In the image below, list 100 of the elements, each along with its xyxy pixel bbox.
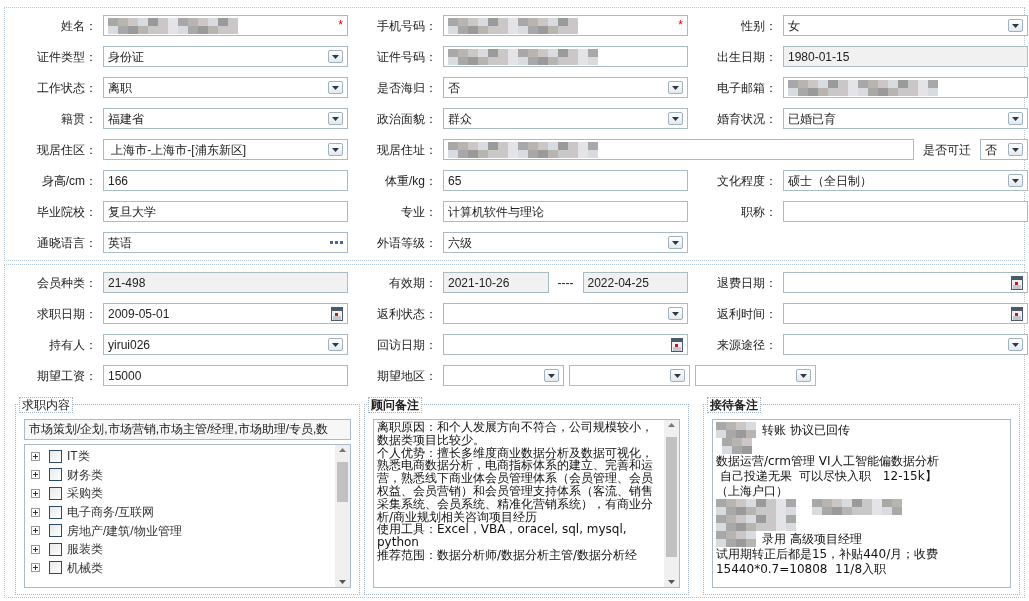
blurred-text-drawing [721, 438, 752, 454]
text-field[interactable] [443, 46, 688, 67]
checkbox[interactable] [49, 487, 62, 500]
calendar-icon[interactable] [1011, 306, 1023, 321]
checkbox[interactable] [49, 561, 62, 575]
checkbox[interactable] [49, 505, 62, 519]
text-field[interactable]: * [443, 15, 688, 36]
select-field[interactable]: 六级 [443, 232, 688, 253]
field-label: 来源途径： [716, 336, 778, 354]
date-field[interactable] [443, 334, 688, 355]
field-label: 回访日期： [376, 336, 438, 354]
select-field[interactable]: 身份证 [103, 46, 348, 67]
expand-icon[interactable] [31, 451, 40, 461]
calendar-icon[interactable] [1011, 275, 1023, 290]
expand-icon[interactable] [31, 526, 40, 536]
field-value: 身份证 [108, 48, 145, 66]
field-label: 期望地区： [376, 367, 438, 385]
field-value: 2009-05-01 [108, 305, 171, 323]
field-value: 离职 [108, 79, 133, 97]
field-label: 出生日期： [716, 48, 778, 66]
scrollbar-thumb[interactable] [665, 437, 677, 557]
select-field[interactable] [569, 365, 690, 386]
note-line: 转账 协议已回传 [761, 422, 850, 438]
select-field[interactable]: 离职 [103, 77, 348, 98]
scroll-up-icon[interactable] [338, 448, 346, 452]
scroll-down-icon[interactable] [667, 580, 675, 584]
scroll-up-icon[interactable] [667, 423, 675, 427]
select-field[interactable] [783, 334, 1028, 355]
field-value: 英语 [108, 234, 133, 252]
date-field[interactable] [783, 303, 1028, 324]
field-value: 已婚已育 [788, 110, 837, 128]
text-field[interactable]: 65 [443, 170, 688, 191]
text-field[interactable] [783, 77, 1028, 98]
note-paragraph: 使用工具：Excel，VBA，oracel, sql, mysql, python [376, 523, 627, 549]
blurred-text-drawing [715, 422, 756, 438]
calendar-icon[interactable] [331, 306, 343, 321]
tree-item[interactable]: 电子商务/互联网 [67, 503, 155, 522]
select-field[interactable]: yirui026 [103, 334, 348, 355]
text-field[interactable] [783, 201, 1028, 222]
date-field[interactable]: 2009-05-01 [103, 303, 348, 324]
field-value: 65 [448, 172, 463, 190]
field-value: 硕士（全日制） [788, 172, 873, 190]
expand-icon[interactable] [31, 544, 40, 554]
text-field[interactable]: 计算机软件与理论 [443, 201, 688, 222]
checkbox[interactable] [49, 524, 62, 538]
checkbox[interactable] [49, 468, 62, 482]
checkbox[interactable] [49, 542, 62, 556]
required-mark: * [338, 17, 343, 34]
reception-notes-field[interactable]: 转账 协议已回传 数据运营/crm管理 VI人工智能偏数据分析 自己投递无果 可以尽快入职 12-15k】 （上海户口） 录用 高级项目经理 试用期转正后都是15，补贴440/月；收费 15440*0.7=10808 11/8入职 [711, 419, 1011, 588]
scrollbar[interactable] [334, 445, 350, 587]
tree-item[interactable]: 房地产/建筑/物业管理 [67, 521, 182, 540]
text-field[interactable] [443, 139, 914, 160]
expand-icon[interactable] [31, 507, 40, 517]
picker-field[interactable]: 英语 [103, 232, 348, 253]
select-field[interactable]: 女 [783, 15, 1028, 36]
note-line: 录用 高级项目经理 [761, 531, 862, 547]
select-field[interactable] [695, 365, 816, 386]
note-paragraph: 个人优势：擅长多维度商业数据分析及数据可视化，熟悉电商数据分析，电商指标体系的建立、完善和运营，熟悉线下商业体会员管理体系（会员管理、会员权益、会员营销）和会员管理支持体系（客流、销售采集系统、会员系统、精准化营销系统），有商业分析/商业规划相关咨询项目经历 [376, 446, 654, 524]
field-value: 否 [985, 141, 998, 159]
tree-item[interactable]: 机械类 [67, 558, 103, 577]
select-field[interactable]: 否 [980, 139, 1028, 160]
date-field[interactable] [783, 272, 1028, 293]
select-field[interactable]: 群众 [443, 108, 688, 129]
expand-icon[interactable] [31, 563, 40, 573]
text-field[interactable]: 15000 [103, 365, 348, 386]
expand-icon[interactable] [31, 489, 40, 498]
field-label: 通晓语言： [36, 234, 98, 252]
select-field[interactable]: 福建省 [103, 108, 348, 129]
more-icon[interactable] [330, 241, 343, 244]
field-label: 毕业院校： [36, 203, 98, 221]
tree-item[interactable]: IT类 [67, 447, 90, 466]
tree-item[interactable]: 财务类 [67, 465, 103, 484]
field-value: 21-498 [108, 274, 147, 292]
field-value: 否 [448, 79, 461, 97]
tree-item[interactable]: 采购类 [67, 484, 103, 503]
job-intent-field[interactable]: 市场策划/企划,市场营销,市场主管/经理,市场助理/专员,数 [24, 419, 351, 440]
field-label: 手机号码： [376, 17, 438, 35]
field-label: 婚育状况： [716, 110, 778, 128]
text-field[interactable]: 复旦大学 [103, 201, 348, 222]
scrollbar-thumb[interactable] [336, 462, 348, 502]
field-label: 专业： [400, 203, 438, 221]
select-field[interactable]: 否 [443, 77, 688, 98]
select-field[interactable]: 硕士（全日制） [783, 170, 1028, 191]
select-field[interactable]: 上海市-上海市-[浦东新区] [103, 139, 348, 160]
scrollbar[interactable] [663, 420, 679, 587]
scroll-down-icon[interactable] [338, 580, 346, 584]
calendar-icon[interactable] [671, 337, 683, 352]
select-field[interactable]: 已婚已育 [783, 108, 1028, 129]
select-field[interactable] [443, 303, 688, 324]
expand-icon[interactable] [31, 470, 40, 480]
text-field[interactable]: 166 [103, 170, 348, 191]
checkbox[interactable] [49, 449, 62, 463]
field-label: 证件号码： [376, 48, 438, 66]
tree-item[interactable]: 服装类 [67, 540, 103, 559]
text-field[interactable]: * [103, 15, 348, 36]
advisor-notes-field[interactable] [372, 419, 680, 588]
select-field[interactable] [443, 365, 564, 386]
group-title: 顾问备注 [367, 397, 422, 413]
field-label: 是否可迁 [922, 141, 972, 159]
field-label: ---- [556, 274, 575, 292]
